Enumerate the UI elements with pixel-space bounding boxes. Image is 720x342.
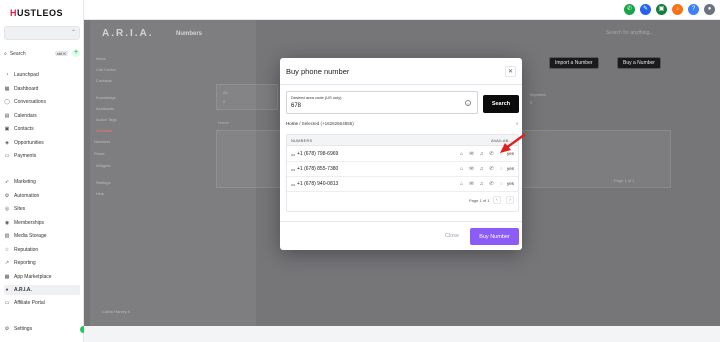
bottom-bar — [84, 326, 720, 342]
annotation-arrow — [500, 133, 526, 153]
